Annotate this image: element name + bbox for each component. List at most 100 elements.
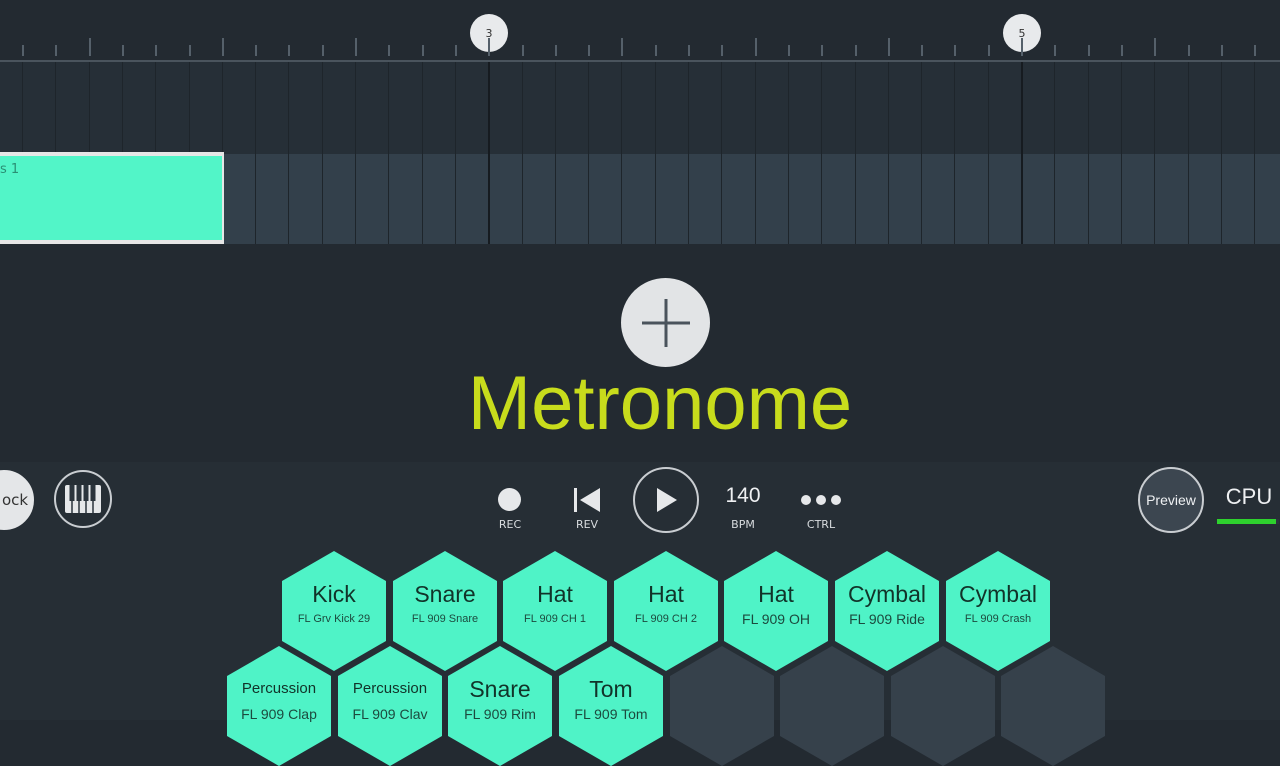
grid-line (1054, 62, 1056, 244)
empty-pad[interactable] (670, 646, 774, 766)
ruler-tick (388, 45, 391, 56)
ruler-tick (188, 45, 191, 56)
ruler-tick (554, 45, 557, 56)
add-button[interactable] (621, 278, 710, 367)
ctrl-label: CTRL (806, 518, 836, 531)
pad-sample: FL 909 Ride (849, 611, 925, 627)
grid-line (821, 62, 823, 244)
more-dots-icon (801, 495, 841, 505)
grid-line (854, 62, 856, 244)
drum-pad[interactable]: Snare FL 909 Rim (448, 646, 552, 766)
ruler-tick (954, 45, 957, 56)
empty-pad[interactable] (891, 646, 995, 766)
drum-pad[interactable]: Cymbal FL 909 Ride (835, 551, 939, 671)
ruler-tick (921, 45, 924, 56)
drum-pad[interactable]: Percussion FL 909 Clap (227, 646, 331, 766)
ruler-tick (1154, 38, 1157, 56)
pad-name: Percussion (241, 680, 317, 697)
drum-pad[interactable]: Cymbal FL 909 Crash (946, 551, 1050, 671)
grid-line (654, 62, 656, 244)
ruler-tick (887, 38, 890, 56)
drum-pad[interactable]: Hat FL 909 CH 2 (614, 551, 718, 671)
lock-label: ock (2, 491, 29, 509)
grid-line (521, 62, 523, 244)
play-button[interactable] (633, 467, 699, 533)
pad-name: Hat (758, 581, 794, 607)
ruler-tick (221, 38, 224, 56)
ruler-tick (521, 45, 524, 56)
cpu-label: CPU (1225, 484, 1273, 509)
bottom-panel: ock REC REV 140 BPM CTRL Preview CPU Kic… (0, 462, 1280, 766)
empty-pad[interactable] (780, 646, 884, 766)
lock-button[interactable]: ock (0, 470, 34, 530)
pad-sample: FL 909 Snare (411, 613, 479, 625)
pad-name: Hat (537, 581, 573, 607)
preview-label: Preview (1146, 492, 1196, 508)
pad-sample: FL 909 CH 1 (524, 613, 586, 625)
ruler-tick (355, 38, 357, 56)
metronome-title: Metronome (467, 361, 853, 446)
preview-button[interactable]: Preview (1138, 467, 1204, 533)
pattern-clip-body (0, 156, 222, 240)
drum-pad[interactable]: Hat FL 909 CH 1 (503, 551, 607, 671)
ruler-tick (121, 45, 124, 56)
grid-line (1021, 62, 1023, 244)
ctrl-button[interactable] (800, 492, 844, 506)
piano-roll-button[interactable] (54, 470, 112, 528)
play-icon (657, 488, 677, 512)
drum-pad[interactable]: Percussion FL 909 Clav (338, 646, 442, 766)
grid-line (987, 62, 989, 244)
grid-line (1187, 62, 1189, 244)
ruler-tick (88, 38, 91, 56)
grid-line (421, 62, 423, 244)
ruler-tick (821, 45, 824, 56)
grid-line (554, 62, 556, 244)
ruler-tick (588, 45, 591, 56)
ruler-tick (621, 38, 624, 56)
ruler-tick (1021, 38, 1023, 56)
grid-line (688, 62, 689, 244)
record-button[interactable] (498, 488, 521, 511)
ruler-tick (22, 45, 24, 56)
grid-line (721, 62, 723, 244)
grid-line (488, 62, 491, 244)
ruler-tick (255, 45, 258, 56)
ruler-tick (1187, 45, 1190, 56)
timeline-ruler[interactable]: 3 5 (0, 0, 1280, 62)
pattern-clip-label: s 1 (0, 162, 20, 177)
ruler-tick (488, 38, 491, 56)
empty-pad[interactable] (1001, 646, 1105, 766)
drum-pad[interactable]: Hat FL 909 OH (724, 551, 828, 671)
grid-line (754, 62, 756, 244)
ruler-tick (1120, 45, 1123, 56)
grid-line (288, 62, 290, 244)
pad-sample: FL Grv Kick 29 (297, 613, 371, 625)
skip-back-icon (574, 488, 600, 512)
drum-pad[interactable]: Kick FL Grv Kick 29 (282, 551, 386, 671)
ruler-tick (288, 45, 291, 56)
grid-line (321, 62, 323, 244)
grid-line (588, 62, 590, 244)
ruler-tick (1254, 45, 1257, 56)
grid-line (1254, 62, 1256, 244)
drum-pad[interactable]: Tom FL 909 Tom (559, 646, 663, 766)
pad-sample: FL 909 CH 2 (635, 613, 697, 625)
pattern-clip[interactable]: s 1 (0, 152, 224, 244)
grid-line (1087, 62, 1089, 244)
ruler-tick (55, 45, 58, 56)
ruler-tick (321, 45, 324, 56)
ruler-tick (721, 45, 724, 56)
pad-sample: FL 909 OH (742, 611, 810, 627)
drum-pad[interactable]: Snare FL 909 Snare (393, 551, 497, 671)
ruler-tick (754, 38, 757, 56)
rec-label: REC (498, 518, 522, 531)
pad-name: Cymbal (848, 581, 926, 607)
pad-name: Snare (414, 581, 476, 607)
ruler-tick (787, 45, 790, 56)
grid-line (255, 62, 257, 244)
ruler-tick (454, 45, 457, 56)
bpm-value[interactable]: 140 (713, 484, 773, 508)
rewind-button[interactable] (572, 486, 602, 514)
grid-line (1120, 62, 1122, 244)
ruler-tick (1220, 45, 1223, 56)
